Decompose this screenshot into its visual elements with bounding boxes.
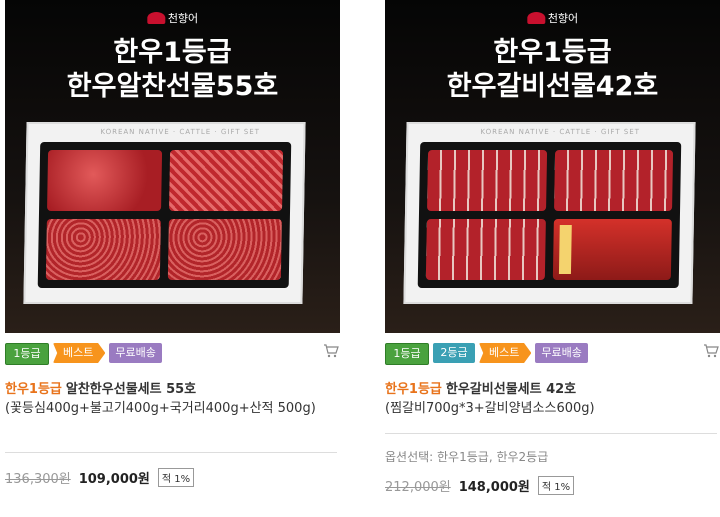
meat-skewer bbox=[167, 219, 282, 280]
grade1-badge: 1등급 bbox=[5, 343, 49, 365]
product-name: 알찬한우선물세트 55호 bbox=[65, 382, 197, 397]
grade2-badge: 2등급 bbox=[433, 343, 475, 363]
product-title[interactable]: 한우1등급 한우갈비선물세트 42호 (찜갈비700g*3+갈비양념소스600g) bbox=[385, 380, 710, 418]
product-image[interactable]: 천향어 한우1등급 한우알찬선물55호 KOREAN NATIVE · CATT… bbox=[5, 0, 340, 333]
best-badge: 베스트 bbox=[53, 343, 106, 363]
image-headline-name: 한우갈비선물42호 bbox=[446, 71, 659, 102]
badge-row: 1등급 2등급 베스트 무료배송 bbox=[385, 343, 588, 365]
rib-sauce-pack bbox=[552, 219, 672, 280]
image-headline-name: 한우알찬선물55호 bbox=[66, 71, 279, 102]
cart-icon[interactable] bbox=[703, 343, 719, 363]
meat-sirloin bbox=[47, 150, 162, 211]
point-badge: 적 1% bbox=[537, 476, 575, 495]
product-desc: (찜갈비700g*3+갈비양념소스600g) bbox=[385, 401, 595, 416]
product-grade: 한우1등급 bbox=[5, 382, 62, 397]
divider bbox=[5, 452, 337, 453]
tray-label: KOREAN NATIVE · CATTLE · GIFT SET bbox=[100, 128, 261, 136]
gift-box: KOREAN NATIVE · CATTLE · GIFT SET bbox=[403, 122, 696, 304]
sale-price: 109,000원 bbox=[78, 472, 150, 487]
best-badge: 베스트 bbox=[479, 343, 532, 363]
meat-ribs-1 bbox=[427, 150, 547, 211]
product-desc: (꽃등심400g+불고기400g+국거리400g+산적 500g) bbox=[5, 401, 316, 416]
product-card-42[interactable]: 천향어 한우1등급 한우갈비선물42호 KOREAN NATIVE · CATT… bbox=[385, 0, 720, 495]
badge-row: 1등급 베스트 무료배송 bbox=[5, 343, 162, 365]
option-select-text: 옵션선택: 한우1등급, 한우2등급 bbox=[385, 450, 549, 464]
point-badge: 적 1% bbox=[157, 468, 195, 487]
meat-ribs-2 bbox=[553, 150, 674, 211]
product-title[interactable]: 한우1등급 알찬한우선물세트 55호 (꽃등심400g+불고기400g+국거리40… bbox=[5, 380, 330, 418]
meat-ribs-3 bbox=[425, 219, 546, 280]
price-line: 136,300원 109,000원 적 1% bbox=[5, 468, 195, 487]
sale-price: 148,000원 bbox=[458, 480, 530, 495]
product-image[interactable]: 천향어 한우1등급 한우갈비선물42호 KOREAN NATIVE · CATT… bbox=[385, 0, 720, 333]
original-price: 136,300원 bbox=[5, 472, 71, 487]
product-name: 한우갈비선물세트 42호 bbox=[445, 382, 577, 397]
divider bbox=[385, 433, 717, 434]
original-price: 212,000원 bbox=[385, 480, 451, 495]
price-line: 212,000원 148,000원 적 1% bbox=[385, 476, 575, 495]
tray-label: KOREAN NATIVE · CATTLE · GIFT SET bbox=[480, 128, 641, 136]
brand-logo: 천향어 bbox=[146, 10, 198, 26]
cart-icon[interactable] bbox=[323, 343, 339, 363]
meat-soup bbox=[45, 219, 161, 280]
product-card-55[interactable]: 천향어 한우1등급 한우알찬선물55호 KOREAN NATIVE · CATT… bbox=[5, 0, 340, 487]
brand-logo: 천향어 bbox=[526, 10, 578, 26]
gift-box: KOREAN NATIVE · CATTLE · GIFT SET bbox=[23, 122, 306, 304]
free-shipping-badge: 무료배송 bbox=[535, 343, 588, 363]
free-shipping-badge: 무료배송 bbox=[109, 343, 162, 363]
meat-bulgogi bbox=[168, 150, 284, 211]
product-grade: 한우1등급 bbox=[385, 382, 442, 397]
grade1-badge: 1등급 bbox=[385, 343, 429, 365]
